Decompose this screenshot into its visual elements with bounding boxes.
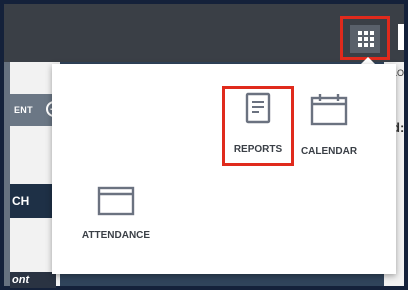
apps-button[interactable] [350, 25, 380, 53]
apps-grid-icon [358, 31, 374, 47]
bottom-left-label: ont [12, 274, 30, 286]
app-item-reports[interactable]: REPORTS [224, 92, 292, 155]
search-button-label: CH [12, 194, 30, 208]
bottom-left-partial-item: ont [10, 272, 56, 288]
add-client-bar[interactable]: ENT + [10, 94, 62, 126]
document-icon [245, 92, 271, 124]
app-item-calendar-label: CALENDAR [300, 146, 358, 157]
calendar-icon [310, 92, 348, 126]
app-item-calendar[interactable]: CALENDAR [296, 92, 362, 157]
app-item-attendance-label: ATTENDANCE [81, 230, 151, 241]
app-item-attendance[interactable]: ATTENDANCE [76, 186, 156, 241]
app-item-reports-label: REPORTS [233, 144, 283, 155]
search-button-partial[interactable]: CH [10, 184, 56, 218]
add-client-label: ENT [14, 105, 33, 115]
browser-window-icon [97, 186, 135, 216]
top-right-partial-element [398, 24, 404, 50]
